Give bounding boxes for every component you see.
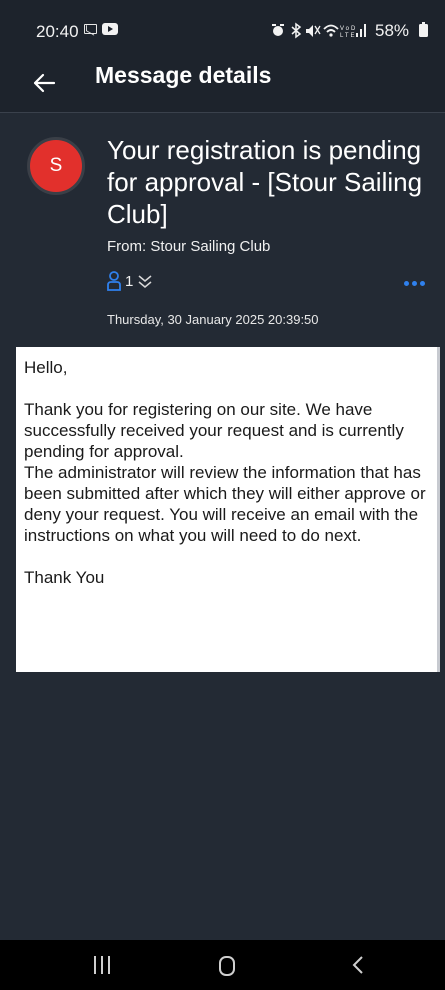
body-signoff: Thank You [24,568,105,587]
status-icons: VoD LTE [272,21,368,42]
more-dot-icon [412,280,417,286]
back-button[interactable] [28,66,62,100]
sender-avatar: S [27,137,85,195]
battery-percent: 58% [375,21,410,40]
system-nav-bar [0,940,445,990]
message-body: Hello, Thank you for registering on our … [16,347,440,672]
battery-icon [419,22,428,37]
back-chevron-icon[interactable] [349,954,367,976]
more-dot-icon [404,280,409,286]
message-notification-icon [84,24,97,34]
home-icon[interactable] [219,956,235,976]
system-status-icons: VoD LTE [272,22,366,39]
message-date: Thursday, 30 January 2025 20:39:50 [107,312,319,327]
sender-line: From: Stour Sailing Club [107,238,271,255]
body-greeting: Hello, [24,358,68,377]
status-bar: 20:40 VoD LTE 58% [0,0,445,56]
more-dot-icon [420,280,425,286]
youtube-notification-icon [102,23,118,35]
double-chevron-down-icon [138,275,152,288]
arrow-left-icon [33,73,56,93]
more-options-button[interactable] [404,278,430,288]
svg-text:LTE: LTE [340,33,357,39]
recipient-count: 1 [125,272,134,290]
svg-text:VoD: VoD [340,26,357,32]
message-subject: Your registration is pending for approva… [107,135,423,229]
person-icon [107,271,121,291]
recents-icon[interactable] [92,956,112,974]
body-paragraph: Thank you for registering on our site. W… [24,400,404,461]
page-title: Message details [95,62,272,88]
body-paragraph: The administrator will review the inform… [24,463,426,545]
status-time: 20:40 [36,22,79,41]
recipients-toggle[interactable]: 1 [107,268,153,294]
